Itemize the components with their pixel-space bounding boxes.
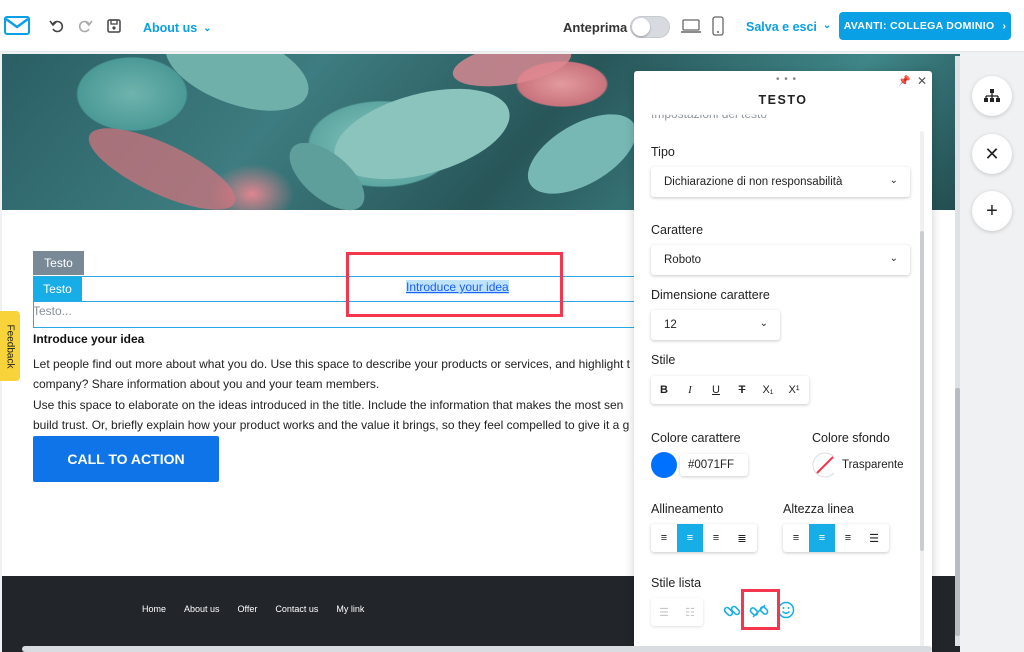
panel-scrollbar[interactable]	[920, 131, 924, 652]
subscript-button[interactable]: X₁	[755, 376, 781, 404]
section-heading[interactable]: Introduce your idea	[33, 332, 144, 346]
panel-subtitle: Impostazioni del testo	[651, 107, 768, 121]
text-settings-panel: • • • 📌 ✕ TESTO Impostazioni del testo T…	[634, 71, 932, 652]
feedback-label: Feedback	[4, 324, 16, 368]
call-to-action-button[interactable]: CALL TO ACTION	[33, 436, 219, 482]
underline-button[interactable]: U	[703, 376, 729, 404]
save-exit-dropdown[interactable]: Salva e esci ⌄	[746, 20, 831, 34]
page-menu-label: About us	[143, 21, 198, 35]
bg-color-label: Colore sfondo	[812, 431, 890, 445]
paragraph-line-1[interactable]: Let people find out more about what you …	[33, 354, 653, 374]
italic-button[interactable]: I	[677, 376, 703, 404]
list-style-buttons: ☰ ☷	[651, 598, 703, 626]
alignment-label: Allineamento	[651, 502, 724, 516]
align-right-icon[interactable]: ≡	[703, 524, 729, 552]
alignment-buttons: ≡ ≡ ≡ ≣	[651, 524, 757, 552]
save-exit-label: Salva e esci	[746, 20, 817, 34]
paragraph-line-4[interactable]: build trust. Or, briefly explain how you…	[33, 415, 653, 435]
horizontal-scrollbar[interactable]	[22, 646, 932, 652]
footer-link-offer[interactable]: Offer	[238, 604, 258, 614]
text-color-swatch[interactable]	[651, 452, 677, 478]
block-tag-text-blue[interactable]: Testo	[33, 277, 82, 301]
tipo-label: Tipo	[651, 145, 675, 159]
paragraph-line-3[interactable]: Use this space to elaborate on the ideas…	[33, 395, 653, 415]
chevron-down-icon: ⌄	[203, 22, 212, 34]
redo-icon[interactable]	[77, 18, 93, 34]
footer-link-about[interactable]: About us	[184, 604, 220, 614]
font-select[interactable]: Roboto ⌄	[651, 245, 910, 275]
link-icon[interactable]	[722, 601, 742, 621]
email-logo-icon[interactable]	[4, 16, 30, 35]
line-height-label: Altezza linea	[783, 502, 854, 516]
tipo-value: Dichiarazione di non responsabilità	[664, 176, 843, 188]
tipo-select[interactable]: Dichiarazione di non responsabilità ⌄	[651, 167, 910, 197]
page-scrollbar[interactable]	[955, 56, 960, 646]
sitemap-icon[interactable]	[972, 76, 1012, 116]
footer-link-contact[interactable]: Contact us	[275, 604, 318, 614]
feedback-tab[interactable]: Feedback	[0, 311, 20, 381]
save-icon[interactable]	[106, 18, 122, 34]
line-height-xlarge-icon[interactable]: ☰	[861, 524, 887, 552]
add-icon[interactable]: +	[972, 191, 1012, 231]
text-color-label: Colore carattere	[651, 431, 741, 445]
text-color-hex[interactable]: #0071FF	[680, 454, 748, 476]
close-tools-icon[interactable]: ✕	[972, 134, 1012, 174]
chevron-down-icon: ⌄	[822, 20, 832, 31]
next-button-label: AVANTI: COLLEGA DOMINIO	[843, 20, 995, 32]
panel-title: TESTO	[758, 93, 808, 107]
close-icon[interactable]: ✕	[917, 74, 927, 88]
align-left-icon[interactable]: ≡	[651, 524, 677, 552]
text-input-placeholder[interactable]: Testo...	[33, 304, 72, 318]
align-center-icon[interactable]: ≡	[677, 524, 703, 552]
footer-nav: Home About us Offer Contact us My link	[142, 604, 364, 614]
chevron-right-icon: ›	[1002, 20, 1007, 32]
chevron-down-icon: ⌄	[889, 175, 898, 186]
drag-handle-icon[interactable]: • • •	[776, 74, 797, 85]
mobile-icon[interactable]	[712, 16, 724, 36]
numbered-list-icon[interactable]: ☷	[677, 598, 703, 626]
next-connect-domain-button[interactable]: AVANTI: COLLEGA DOMINIO ›	[839, 12, 1011, 40]
undo-icon[interactable]	[49, 18, 65, 34]
font-size-label: Dimensione carattere	[651, 288, 770, 302]
align-justify-icon[interactable]: ≣	[729, 524, 755, 552]
carattere-label: Carattere	[651, 223, 704, 237]
bullet-list-icon[interactable]: ☰	[651, 598, 677, 626]
list-style-label: Stile lista	[651, 576, 702, 590]
top-toolbar: About us ⌄ Anteprima Salva e esci ⌄ AVAN…	[0, 0, 1024, 52]
style-label: Stile	[651, 353, 676, 367]
font-value: Roboto	[664, 254, 702, 266]
page-menu-dropdown[interactable]: About us ⌄	[143, 21, 212, 35]
paragraph-line-2[interactable]: company? Share information about you and…	[33, 374, 653, 394]
bg-color-value[interactable]: Trasparente	[834, 454, 910, 476]
line-height-large-icon[interactable]: ≡	[835, 524, 861, 552]
line-height-medium-icon[interactable]: ≡	[809, 524, 835, 552]
chevron-down-icon: ⌄	[889, 253, 898, 264]
bold-button[interactable]: B	[651, 376, 677, 404]
highlight-box-link	[346, 252, 563, 317]
text-style-buttons: B I U T X₁ X¹	[651, 376, 809, 404]
footer-link-mylink[interactable]: My link	[336, 604, 364, 614]
strikethrough-button[interactable]: T	[729, 376, 755, 404]
block-tag-text-gray[interactable]: Testo	[33, 251, 84, 275]
desktop-icon[interactable]	[681, 18, 701, 34]
preview-label: Anteprima	[563, 20, 628, 35]
highlight-box-unlink	[741, 589, 780, 630]
preview-toggle[interactable]	[630, 16, 670, 38]
line-height-buttons: ≡ ≡ ≡ ☰	[783, 524, 889, 552]
pin-icon[interactable]: 📌	[898, 76, 910, 87]
font-size-select[interactable]: 12 ⌄	[651, 310, 780, 340]
chevron-down-icon: ⌄	[759, 318, 768, 329]
line-height-small-icon[interactable]: ≡	[783, 524, 809, 552]
footer-link-home[interactable]: Home	[142, 604, 166, 614]
superscript-button[interactable]: X¹	[781, 376, 807, 404]
font-size-value: 12	[664, 319, 677, 331]
